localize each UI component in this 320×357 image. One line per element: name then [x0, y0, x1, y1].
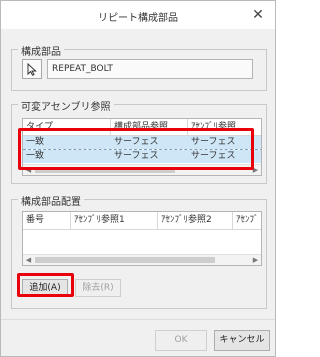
window-title: リピート構成部品: [98, 13, 178, 24]
component-group: 構成部品: [11, 43, 267, 91]
ok-button[interactable]: OK: [155, 330, 207, 351]
remove-button[interactable]: 除去(R): [75, 279, 121, 297]
title-bar: リピート構成部品 ✕: [1, 1, 275, 29]
footer-separator: [1, 319, 275, 320]
scroll-left-icon[interactable]: ◀: [23, 255, 34, 265]
component-group-label: 構成部品: [18, 43, 64, 58]
scroll-thumb[interactable]: [35, 257, 215, 263]
column-header-assembly-ref-1[interactable]: ｱｾﾝﾌﾞﾘ参照1: [71, 212, 158, 230]
column-header-assembly-ref-2[interactable]: ｱｾﾝﾌﾞﾘ参照2: [158, 212, 233, 230]
close-button[interactable]: ✕: [250, 7, 266, 23]
placement-group-label: 構成部品配置: [18, 193, 84, 208]
horizontal-scrollbar[interactable]: ◀ ▶: [23, 254, 261, 265]
variable-refs-group-label: 可変アセンブリ参照: [18, 98, 114, 113]
scroll-right-icon[interactable]: ▶: [250, 255, 261, 265]
component-name-field[interactable]: [47, 59, 253, 79]
highlight-rows-annotation: [18, 128, 254, 170]
dialog-window: リピート構成部品 ✕ 構成部品 可変アセンブリ参照 タイプ 構成部品参照 ｱｾﾝ…: [0, 0, 276, 357]
cursor-arrow-icon: [27, 63, 37, 76]
cancel-button[interactable]: キャンセル: [214, 330, 270, 351]
column-header-number[interactable]: 番号: [23, 212, 71, 230]
highlight-add-annotation: [17, 273, 74, 297]
column-header-assembly-ref-3[interactable]: ｱｾﾝﾌﾞ: [233, 212, 261, 230]
select-component-button[interactable]: [22, 59, 42, 79]
placement-table[interactable]: 番号 ｱｾﾝﾌﾞﾘ参照1 ｱｾﾝﾌﾞﾘ参照2 ｱｾﾝﾌﾞ ◀ ▶: [22, 211, 262, 266]
